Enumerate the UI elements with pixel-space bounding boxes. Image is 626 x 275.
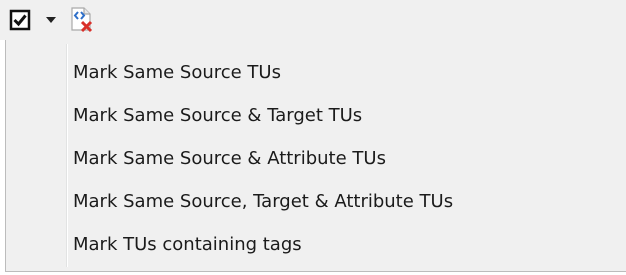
mark-checkbox-button[interactable] [0,0,40,40]
menu-item-mark-tus-containing-tags[interactable]: Mark TUs containing tags [9,225,623,265]
mark-options-menu: Mark Same Source TUs Mark Same Source & … [5,40,626,272]
mark-dropdown-button[interactable] [40,0,62,40]
checked-checkbox-icon [9,9,31,31]
remove-tags-button[interactable] [62,0,102,40]
tag-delete-icon [71,7,93,33]
menu-item-mark-same-source-target[interactable]: Mark Same Source & Target TUs [9,96,623,136]
menu-item-mark-same-source[interactable]: Mark Same Source TUs [9,53,623,93]
menu-item-mark-same-source-target-attribute[interactable]: Mark Same Source, Target & Attribute TUs [9,182,623,222]
menu-item-mark-same-source-attribute[interactable]: Mark Same Source & Attribute TUs [9,139,623,179]
toolbar [0,0,626,40]
dropdown-arrow-icon [46,17,56,23]
